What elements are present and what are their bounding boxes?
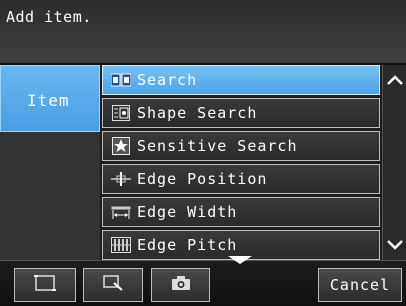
frame-button[interactable]: [14, 268, 76, 302]
list-scrollbar[interactable]: [382, 65, 406, 260]
list-item-edge-width[interactable]: Edge Width: [102, 197, 380, 227]
list-item-edge-position[interactable]: Edge Position: [102, 164, 380, 194]
item-list: Search Shape Search Sensitive Search Edg…: [100, 65, 382, 260]
dialog-title: Add item.: [6, 8, 92, 26]
list-item-label: Edge Pitch: [137, 236, 238, 254]
category-tab-label: Item: [27, 91, 70, 110]
camera-icon: [170, 274, 192, 296]
scroll-up-icon[interactable]: [383, 65, 406, 95]
edge-position-icon: [111, 170, 131, 188]
item-panel: Item Search Shape Search Sensitive Searc…: [0, 65, 406, 260]
cancel-button[interactable]: Cancel: [318, 268, 402, 302]
list-item-label: Search: [137, 71, 198, 89]
list-item-label: Edge Width: [137, 203, 238, 221]
list-item-label: Sensitive Search: [137, 137, 298, 155]
list-item-search[interactable]: Search: [102, 65, 380, 95]
list-item-shape-search[interactable]: Shape Search: [102, 98, 380, 128]
edge-width-icon: [111, 203, 131, 221]
category-tab-item[interactable]: Item: [0, 65, 100, 132]
list-item-label: Edge Position: [137, 170, 268, 188]
scroll-down-icon[interactable]: [383, 230, 406, 260]
edge-pitch-icon: [111, 236, 131, 254]
frame-icon: [34, 274, 56, 296]
title-bar: Add item.: [0, 0, 406, 65]
shape-search-icon: [111, 104, 131, 122]
zoom-region-icon: [102, 274, 124, 296]
list-item-label: Shape Search: [137, 104, 258, 122]
more-items-indicator-icon: [228, 256, 252, 264]
list-item-sensitive-search[interactable]: Sensitive Search: [102, 131, 380, 161]
category-column: [0, 132, 100, 260]
bottom-toolbar: Cancel: [0, 260, 406, 306]
sensitive-search-icon: [111, 137, 131, 155]
search-icon: [111, 71, 131, 89]
zoom-region-button[interactable]: [83, 268, 143, 302]
camera-button[interactable]: [151, 268, 210, 302]
